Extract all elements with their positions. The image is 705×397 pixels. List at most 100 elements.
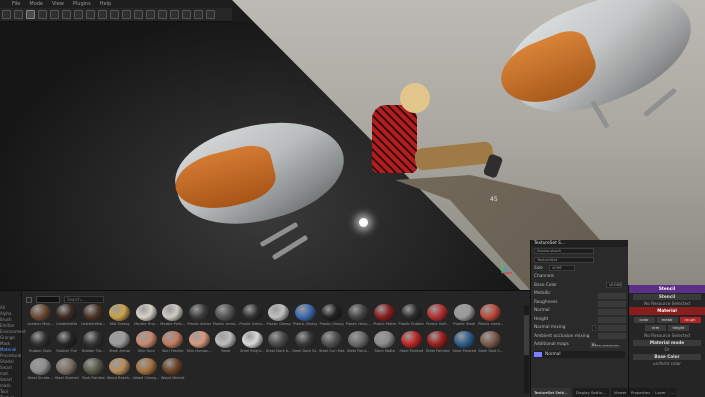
material-thumbnail[interactable]: Plastic Glossy: [266, 304, 293, 330]
menu-item-plugins[interactable]: Plugins: [73, 1, 91, 7]
toggle[interactable]: [598, 325, 626, 331]
toggle[interactable]: [598, 301, 626, 307]
menu-item-file[interactable]: File: [12, 1, 20, 7]
material-thumbnail[interactable]: Steel Matte: [372, 331, 399, 357]
toggle[interactable]: [598, 293, 626, 299]
material-channel-color-button[interactable]: color: [633, 317, 655, 323]
view-2d-icon[interactable]: [146, 10, 155, 19]
material-thumbnail[interactable]: Plastic Glossy: [292, 304, 319, 330]
normal-map-slot[interactable]: Normal: [534, 351, 625, 358]
view-3d-icon[interactable]: [158, 10, 167, 19]
material-preview-sphere: [135, 331, 157, 348]
tab-textureset-settings[interactable]: TextureSet Setti...: [531, 388, 571, 397]
material-thumbnail[interactable]: Wood Cheap...: [133, 358, 160, 384]
material-thumbnail[interactable]: Steel Painted: [451, 331, 478, 357]
material-thumbnail[interactable]: Steel: [213, 331, 240, 357]
light-source-icon[interactable]: [359, 218, 368, 227]
brush-tool-icon[interactable]: [26, 10, 35, 19]
material-mode-slot[interactable]: Material mode: [633, 340, 701, 346]
material-thumbnail[interactable]: Rubber Dots: [27, 331, 54, 357]
channel-format-select[interactable]: sRGB8: [606, 282, 622, 289]
material-thumbnail[interactable]: Mat Glossy: [107, 304, 134, 330]
iray-icon[interactable]: [134, 10, 143, 19]
material-thumbnail[interactable]: Skin Human...: [186, 331, 213, 357]
symmetry-icon[interactable]: [98, 10, 107, 19]
material-section-header[interactable]: Material: [629, 307, 705, 315]
shelf-search-input[interactable]: Search...: [64, 296, 104, 303]
material-channel-height-button[interactable]: height: [668, 325, 689, 331]
settings-icon[interactable]: [206, 10, 215, 19]
shelf-scrollbar[interactable]: [524, 305, 529, 393]
material-preview-sphere: [215, 331, 237, 348]
material-thumbnail[interactable]: Steel Scrate...: [27, 358, 54, 384]
material-thumbnail[interactable]: Plastic Rubber: [398, 304, 425, 330]
split-view-icon[interactable]: [170, 10, 179, 19]
material-thumbnail[interactable]: Skin Freckle: [160, 331, 187, 357]
render-icon[interactable]: [194, 10, 203, 19]
material-thumbnail[interactable]: Rubber Tire: [54, 331, 81, 357]
material-thumbnail[interactable]: Plastic Used...: [478, 304, 505, 330]
size-select[interactable]: 4096: [548, 265, 575, 272]
material-thumbnail[interactable]: Steel Painted: [425, 331, 452, 357]
tab-more[interactable]: ...: [668, 388, 677, 397]
material-thumbnail[interactable]: Plastic Soft...: [425, 304, 452, 330]
menu-item-help[interactable]: Help: [100, 1, 111, 7]
projection-tool-icon[interactable]: [38, 10, 47, 19]
material-channel-nrm-button[interactable]: nrm: [645, 325, 666, 331]
material-thumbnail[interactable]: Steel Dark A...: [266, 331, 293, 357]
polygon-fill-icon[interactable]: [50, 10, 59, 19]
material-thumbnail[interactable]: Plastic Steel: [451, 304, 478, 330]
picker-tool-icon[interactable]: [86, 10, 95, 19]
material-thumbnail[interactable]: Leatherette...: [80, 304, 107, 330]
tab-display-settings[interactable]: Display Settin...: [572, 388, 609, 397]
stencil-section-header[interactable]: Stencil: [629, 285, 705, 293]
material-thumbnail[interactable]: Plastic Armo...: [213, 304, 240, 330]
stencil-slot[interactable]: Stencil: [633, 294, 701, 300]
filter-icon[interactable]: [26, 296, 32, 303]
material-thumbnail[interactable]: Steel Armor: [107, 331, 134, 357]
material-thumbnail[interactable]: Steel Bright...: [239, 331, 266, 357]
grid-icon[interactable]: [182, 10, 191, 19]
material-thumbnail[interactable]: Steel Painted: [398, 331, 425, 357]
material-thumbnail[interactable]: Steel Dark St...: [292, 331, 319, 357]
material-thumbnail[interactable]: Steel Stained: [54, 358, 81, 384]
clone-tool-icon[interactable]: [74, 10, 83, 19]
material-thumbnail[interactable]: Plastic Armor: [186, 304, 213, 330]
paint-tool-icon[interactable]: [2, 10, 11, 19]
material-channel-metal-button[interactable]: metal: [656, 317, 678, 323]
material-thumbnail[interactable]: Steel Rust S...: [478, 331, 505, 357]
material-thumbnail[interactable]: Tank Painted: [80, 358, 107, 384]
shelf-category[interactable]: Smart mat.: [0, 365, 21, 377]
material-channel-rough-button[interactable]: rough: [679, 317, 701, 323]
base-color-slot[interactable]: Base Color: [633, 354, 701, 360]
material-thumbnail[interactable]: Marble Polis...: [160, 304, 187, 330]
material-thumbnail[interactable]: Plastic Hexa...: [345, 304, 372, 330]
material-thumbnail[interactable]: Steel Paint...: [345, 331, 372, 357]
material-thumbnail[interactable]: Wood Beech...: [107, 358, 134, 384]
material-thumbnail[interactable]: Wood Walnut: [160, 358, 187, 384]
camera-icon[interactable]: [110, 10, 119, 19]
textureset-list[interactable]: TextureSet: [534, 256, 594, 263]
material-thumbnail[interactable]: Marble Fine...: [133, 304, 160, 330]
toggle[interactable]: [598, 317, 626, 323]
eraser-tool-icon[interactable]: [14, 10, 23, 19]
material-thumbnail[interactable]: Steel Gun Met: [319, 331, 346, 357]
tab-layer[interactable]: Layer: [653, 388, 668, 397]
toggle[interactable]: [598, 333, 626, 339]
material-thumbnail[interactable]: Leather Mea...: [27, 304, 54, 330]
menu-item-mode[interactable]: Mode: [29, 1, 43, 7]
shelf-filter-field[interactable]: [36, 296, 60, 303]
textureset-name-field[interactable]: fandar.sbsch: [534, 248, 594, 255]
material-thumbnail[interactable]: Plastic Matte: [372, 304, 399, 330]
toggle[interactable]: [598, 309, 626, 315]
menu-item-view[interactable]: View: [52, 1, 64, 7]
shelf-category[interactable]: Smart mask: [0, 377, 21, 389]
material-thumbnail[interactable]: Skin Face: [133, 331, 160, 357]
material-thumbnail[interactable]: Plastic Glossy: [319, 304, 346, 330]
smudge-tool-icon[interactable]: [62, 10, 71, 19]
material-thumbnail[interactable]: Leatherette: [54, 304, 81, 330]
material-thumbnail[interactable]: Plastic Armo...: [239, 304, 266, 330]
screenshot-icon[interactable]: [122, 10, 131, 19]
material-thumbnail[interactable]: Rubber Tra...: [80, 331, 107, 357]
tab-properties[interactable]: Properties: [629, 388, 653, 397]
